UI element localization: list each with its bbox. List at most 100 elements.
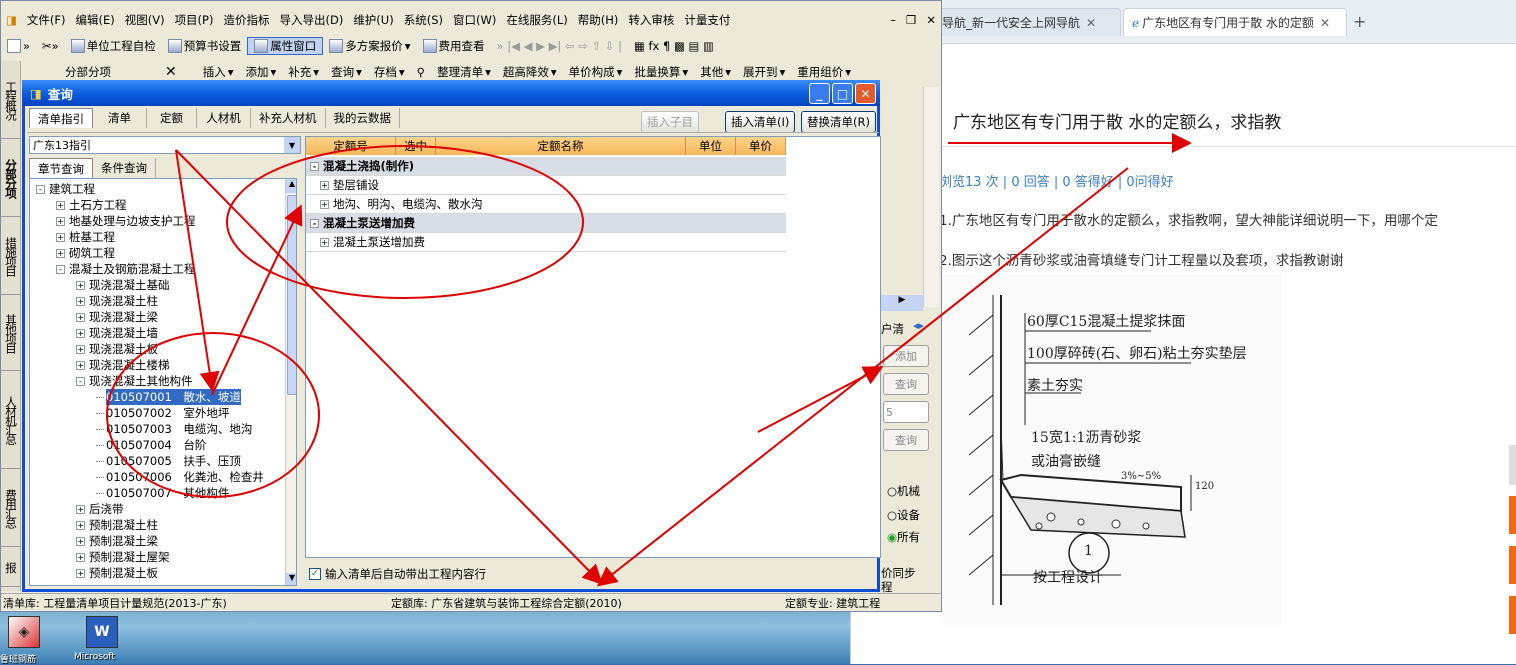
browser-tab-nav[interactable]: 导航_新一代安全上网导航 ✕: [933, 8, 1121, 36]
browser-tab-question[interactable]: ℯ 广东地区有专门用于散 水的定额 ✕: [1123, 8, 1347, 36]
toolbar-archive[interactable]: 存档 ▾: [368, 64, 411, 80]
expand-icon[interactable]: +: [320, 199, 329, 209]
new-tab-button[interactable]: +: [1353, 12, 1366, 31]
tree-node[interactable]: 010507002 室外地坪: [32, 405, 284, 421]
question-stats[interactable]: 浏览13 次 | 0 回答 | 0 答得好 | 0问得好: [939, 171, 1174, 190]
minimize-icon[interactable]: –: [885, 13, 901, 27]
expand-icon[interactable]: +: [320, 180, 329, 190]
scroll-down-icon[interactable]: ▼: [286, 573, 296, 585]
toolbar-batch-convert[interactable]: 批量换算 ▾: [628, 64, 694, 80]
collapse-icon[interactable]: -: [310, 161, 319, 171]
tree-node[interactable]: + 土石方工程: [32, 197, 284, 213]
toolbar-organize[interactable]: 整理清单 ▾: [431, 64, 497, 80]
tab-supplement-materials[interactable]: 补充人材机: [251, 108, 326, 128]
menu-online[interactable]: 在线服务(L): [501, 12, 572, 28]
col-quota-name[interactable]: 定额名称: [436, 137, 686, 155]
expand-icon[interactable]: +: [320, 237, 329, 247]
tab-cloud-data[interactable]: 我的云数据: [326, 108, 400, 128]
menu-file[interactable]: 文件(F): [22, 12, 71, 28]
col-price[interactable]: 单价: [736, 137, 786, 155]
toolbar-height-reduction[interactable]: 超高降效 ▾: [497, 64, 563, 80]
tree-node[interactable]: + 现浇混凝土梁: [32, 309, 284, 325]
toolbar-expand[interactable]: 展开到 ▾: [737, 64, 791, 80]
collapse-icon[interactable]: -: [76, 376, 85, 386]
tree-scrollbar[interactable]: ▲ ▼: [285, 179, 296, 585]
tree-node[interactable]: 010507007 其他构件: [32, 485, 284, 501]
expand-icon[interactable]: +: [76, 520, 85, 530]
collapse-icon[interactable]: -: [36, 184, 45, 194]
scroll-thumb[interactable]: [287, 195, 296, 395]
radio-all[interactable]: ◉所有: [887, 529, 920, 545]
tab-quota[interactable]: 定额: [147, 108, 197, 128]
tree-node[interactable]: 010507006 化粪池、检查井: [32, 469, 284, 485]
expand-icon[interactable]: +: [76, 568, 85, 578]
budget-settings-button[interactable]: 预算书设置: [162, 38, 248, 54]
question-image[interactable]: 60厚C15混凝土提浆抹面 100厚碎砖(石、卵石)粘土夯实垫层 素土夯实 15…: [941, 275, 1281, 625]
restore-icon[interactable]: ❐: [901, 13, 921, 27]
scissors-icon[interactable]: ✂»: [36, 39, 65, 53]
expand-icon[interactable]: +: [76, 536, 85, 546]
fee-view-button[interactable]: 费用查看: [417, 38, 491, 54]
menu-edit[interactable]: 编辑(E): [70, 12, 119, 28]
tree-node[interactable]: 010507001 散水、坡道: [32, 389, 284, 405]
multi-scheme-button[interactable]: 多方案报价 ▾: [323, 38, 416, 54]
subtab-condition[interactable]: 条件查询: [93, 158, 156, 178]
collapse-icon[interactable]: -: [310, 218, 319, 228]
toolbar-other[interactable]: 其他 ▾: [694, 64, 737, 80]
menu-cost-index[interactable]: 造价指标: [218, 12, 274, 28]
menu-maintain[interactable]: 维护(U): [348, 12, 398, 28]
tab-materials[interactable]: 人材机: [197, 108, 251, 128]
chevron-down-icon[interactable]: ▼: [284, 137, 300, 153]
nav-other-items[interactable]: 其他项目: [1, 295, 21, 371]
query-button[interactable]: 查询: [883, 373, 929, 395]
value-field[interactable]: 5: [883, 401, 929, 423]
tree-node[interactable]: 010507003 电缆沟、地沟: [32, 421, 284, 437]
auto-content-option[interactable]: ✓ 输入清单后自动带出工程内容行: [309, 566, 486, 582]
insert-child-button[interactable]: 插入子目: [641, 111, 699, 133]
expand-icon[interactable]: +: [76, 360, 85, 370]
minimize-icon[interactable]: _: [809, 83, 830, 104]
col-unit[interactable]: 单位: [686, 137, 736, 155]
scroll-up-icon[interactable]: ▲: [286, 179, 296, 193]
dialog-titlebar[interactable]: ◨ 查询 _ □ ✕: [22, 80, 880, 106]
side-widget[interactable]: [1509, 546, 1516, 584]
expand-icon[interactable]: +: [76, 504, 85, 514]
grid-row[interactable]: + 混凝土泵送增加费: [306, 233, 786, 252]
expand-icon[interactable]: +: [76, 280, 85, 290]
tree-node[interactable]: + 预制混凝土屋架: [32, 549, 284, 565]
subtab-chapter[interactable]: 章节查询: [29, 158, 93, 178]
tree-node[interactable]: + 砌筑工程: [32, 245, 284, 261]
grid-group-row[interactable]: - 混凝土泵送增加费: [306, 214, 786, 233]
side-widget[interactable]: [1509, 496, 1516, 534]
close-icon[interactable]: ✕: [1320, 16, 1330, 30]
query-button-2[interactable]: 查询: [883, 429, 929, 451]
expand-icon[interactable]: +: [76, 312, 85, 322]
side-widget[interactable]: [1509, 445, 1516, 485]
self-check-button[interactable]: 单位工程自检: [65, 38, 162, 54]
add-button[interactable]: 添加: [883, 345, 929, 367]
grid-row[interactable]: + 垫层铺设: [306, 176, 786, 195]
toolbar-supplement[interactable]: 补充 ▾: [282, 64, 325, 80]
menu-project[interactable]: 项目(P): [170, 12, 219, 28]
tree-node[interactable]: + 预制混凝土柱: [32, 517, 284, 533]
tab-list-guide[interactable]: 清单指引: [29, 108, 93, 128]
tree-node[interactable]: - 建筑工程: [32, 181, 284, 197]
tree-node[interactable]: 010507004 台阶: [32, 437, 284, 453]
expand-icon[interactable]: +: [56, 200, 65, 210]
col-selected[interactable]: 选中: [396, 137, 436, 155]
tree-node[interactable]: + 现浇混凝土楼梯: [32, 357, 284, 373]
menu-window[interactable]: 窗口(W): [448, 12, 501, 28]
properties-window-button[interactable]: 属性窗口: [247, 37, 324, 55]
menu-help[interactable]: 帮助(H): [573, 12, 624, 28]
tree-node[interactable]: + 现浇混凝土板: [32, 341, 284, 357]
tree-node[interactable]: + 现浇混凝土基础: [32, 277, 284, 293]
new-icon[interactable]: »: [1, 39, 36, 53]
tab-list[interactable]: 清单: [93, 108, 147, 128]
binoculars-icon[interactable]: ⚲: [411, 65, 431, 79]
radio-machine[interactable]: ○机械: [887, 483, 920, 499]
scroll-right-icon[interactable]: ▶: [881, 295, 923, 311]
desktop-icon-word[interactable]: W: [86, 616, 118, 648]
tree-node[interactable]: + 现浇混凝土柱: [32, 293, 284, 309]
grid-row[interactable]: + 地沟、明沟、电缆沟、散水沟: [306, 195, 786, 214]
tree-node[interactable]: 010507005 扶手、压顶: [32, 453, 284, 469]
